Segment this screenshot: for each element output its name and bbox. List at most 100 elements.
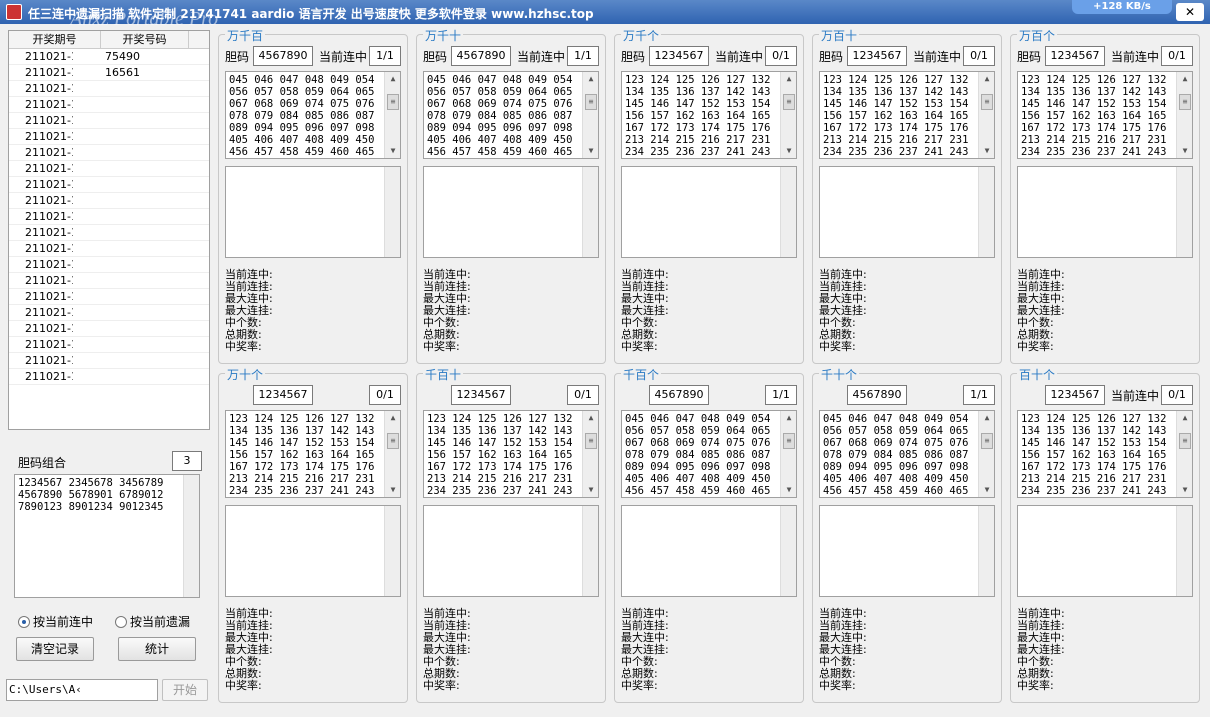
scroll-up-icon[interactable]: ▲ [583, 72, 598, 86]
vertical-scrollbar[interactable] [780, 506, 796, 596]
table-row[interactable]: 211021-1 [9, 113, 209, 129]
scroll-thumb[interactable]: ≡ [1179, 433, 1191, 449]
scroll-thumb[interactable]: ≡ [585, 433, 597, 449]
codes-textarea[interactable]: 045 046 047 048 049 054 056 057 058 059 0… [225, 71, 401, 159]
codes-textarea[interactable]: 045 046 047 048 049 054 056 057 058 059 0… [621, 410, 797, 498]
draw-list[interactable]: 开奖期号 开奖号码 211021-1124 75490 211021-1125 165… [8, 30, 210, 430]
close-button[interactable]: ✕ [1176, 3, 1204, 21]
table-row[interactable]: 211021-1 [9, 145, 209, 161]
combo-textarea[interactable]: 1234567 2345678 3456789 4567890 5678901 … [14, 474, 200, 598]
current-hit-value[interactable]: 0/1 [765, 46, 797, 66]
dm-input[interactable]: 4567890 [451, 46, 511, 66]
scroll-thumb[interactable]: ≡ [387, 94, 399, 110]
scroll-up-icon[interactable]: ▲ [781, 72, 796, 86]
dm-input[interactable]: 4567890 [847, 385, 907, 405]
result-textarea[interactable] [225, 505, 401, 597]
dm-input[interactable]: 1234567 [253, 385, 313, 405]
table-row[interactable]: 211021-1 [9, 337, 209, 353]
vertical-scrollbar[interactable]: ▲ ≡ ▼ [384, 72, 400, 158]
scroll-up-icon[interactable]: ▲ [1177, 411, 1192, 425]
current-hit-value[interactable]: 1/1 [963, 385, 995, 405]
codes-textarea[interactable]: 123 124 125 126 127 132 134 135 136 137 1… [819, 71, 995, 159]
radio-by-current-miss[interactable]: 按当前遗漏 [115, 613, 190, 630]
statistics-button[interactable]: 统计 [118, 637, 196, 661]
dm-input[interactable]: 1234567 [451, 385, 511, 405]
scroll-down-icon[interactable]: ▼ [583, 483, 598, 497]
current-hit-value[interactable]: 1/1 [765, 385, 797, 405]
table-row[interactable]: 211021-1125 16561 [9, 65, 209, 81]
table-row[interactable]: 211021-1 [9, 289, 209, 305]
scroll-up-icon[interactable]: ▲ [781, 411, 796, 425]
vertical-scrollbar[interactable]: ▲ ≡ ▼ [780, 411, 796, 497]
table-row[interactable]: 211021-1 [9, 81, 209, 97]
vertical-scrollbar[interactable]: ▲ ≡ ▼ [582, 411, 598, 497]
codes-textarea[interactable]: 045 046 047 048 049 054 056 057 058 059 0… [423, 71, 599, 159]
dm-input[interactable]: 1234567 [649, 46, 709, 66]
scroll-thumb[interactable]: ≡ [585, 94, 597, 110]
table-row[interactable]: 211021-1 [9, 369, 209, 385]
start-button[interactable]: 开始 [162, 679, 208, 701]
column-header-number[interactable]: 开奖号码 [101, 31, 189, 48]
scroll-down-icon[interactable]: ▼ [781, 144, 796, 158]
result-textarea[interactable] [819, 505, 995, 597]
codes-textarea[interactable]: 045 046 047 048 049 054 056 057 058 059 0… [819, 410, 995, 498]
table-row[interactable]: 211021-1 [9, 209, 209, 225]
codes-textarea[interactable]: 123 124 125 126 127 132 134 135 136 137 1… [423, 410, 599, 498]
vertical-scrollbar[interactable] [978, 506, 994, 596]
vertical-scrollbar[interactable] [1176, 506, 1192, 596]
result-textarea[interactable] [225, 166, 401, 258]
vertical-scrollbar[interactable]: ▲ ≡ ▼ [978, 72, 994, 158]
scroll-down-icon[interactable]: ▼ [385, 144, 400, 158]
scroll-up-icon[interactable]: ▲ [979, 411, 994, 425]
scroll-thumb[interactable]: ≡ [387, 433, 399, 449]
vertical-scrollbar[interactable] [978, 167, 994, 257]
clear-records-button[interactable]: 清空记录 [16, 637, 94, 661]
current-hit-value[interactable]: 0/1 [567, 385, 599, 405]
result-textarea[interactable] [423, 166, 599, 258]
vertical-scrollbar[interactable]: ▲ ≡ ▼ [384, 411, 400, 497]
radio-by-current-hit[interactable]: 按当前连中 [18, 613, 93, 630]
scroll-up-icon[interactable]: ▲ [979, 72, 994, 86]
vertical-scrollbar[interactable] [780, 167, 796, 257]
path-input[interactable]: C:\Users\A‹ [6, 679, 158, 701]
table-row[interactable]: 211021-1 [9, 177, 209, 193]
codes-textarea[interactable]: 123 124 125 126 127 132 134 135 136 137 1… [1017, 71, 1193, 159]
scroll-thumb[interactable]: ≡ [981, 94, 993, 110]
scroll-down-icon[interactable]: ▼ [385, 483, 400, 497]
result-textarea[interactable] [621, 505, 797, 597]
dm-input[interactable]: 4567890 [253, 46, 313, 66]
vertical-scrollbar[interactable] [1176, 167, 1192, 257]
scroll-down-icon[interactable]: ▼ [979, 144, 994, 158]
scroll-down-icon[interactable]: ▼ [979, 483, 994, 497]
codes-textarea[interactable]: 123 124 125 126 127 132 134 135 136 137 1… [621, 71, 797, 159]
codes-textarea[interactable]: 123 124 125 126 127 132 134 135 136 137 1… [225, 410, 401, 498]
table-row[interactable]: 211021-1 [9, 129, 209, 145]
scroll-up-icon[interactable]: ▲ [1177, 72, 1192, 86]
table-row[interactable]: 211021-1 [9, 97, 209, 113]
vertical-scrollbar[interactable]: ▲ ≡ ▼ [780, 72, 796, 158]
vertical-scrollbar[interactable]: ▲ ≡ ▼ [582, 72, 598, 158]
current-hit-value[interactable]: 0/1 [1161, 46, 1193, 66]
scroll-up-icon[interactable]: ▲ [385, 72, 400, 86]
vertical-scrollbar[interactable] [582, 506, 598, 596]
dm-input[interactable]: 1234567 [1045, 46, 1105, 66]
vertical-scrollbar[interactable] [384, 506, 400, 596]
result-textarea[interactable] [423, 505, 599, 597]
codes-textarea[interactable]: 123 124 125 126 127 132 134 135 136 137 1… [1017, 410, 1193, 498]
result-textarea[interactable] [1017, 505, 1193, 597]
scroll-thumb[interactable]: ≡ [783, 94, 795, 110]
current-hit-value[interactable]: 1/1 [369, 46, 401, 66]
table-row[interactable]: 211021-1 [9, 241, 209, 257]
table-row[interactable]: 211021-1 [9, 321, 209, 337]
table-row[interactable]: 211021-1 [9, 353, 209, 369]
vertical-scrollbar[interactable] [384, 167, 400, 257]
table-row[interactable]: 211021-1 [9, 257, 209, 273]
table-row[interactable]: 211021-1 [9, 161, 209, 177]
scroll-up-icon[interactable]: ▲ [583, 411, 598, 425]
table-row[interactable]: 211021-1 [9, 305, 209, 321]
column-header-period[interactable]: 开奖期号 [9, 31, 101, 48]
scroll-up-icon[interactable]: ▲ [385, 411, 400, 425]
dm-input[interactable]: 1234567 [1045, 385, 1105, 405]
result-textarea[interactable] [819, 166, 995, 258]
current-hit-value[interactable]: 0/1 [1161, 385, 1193, 405]
